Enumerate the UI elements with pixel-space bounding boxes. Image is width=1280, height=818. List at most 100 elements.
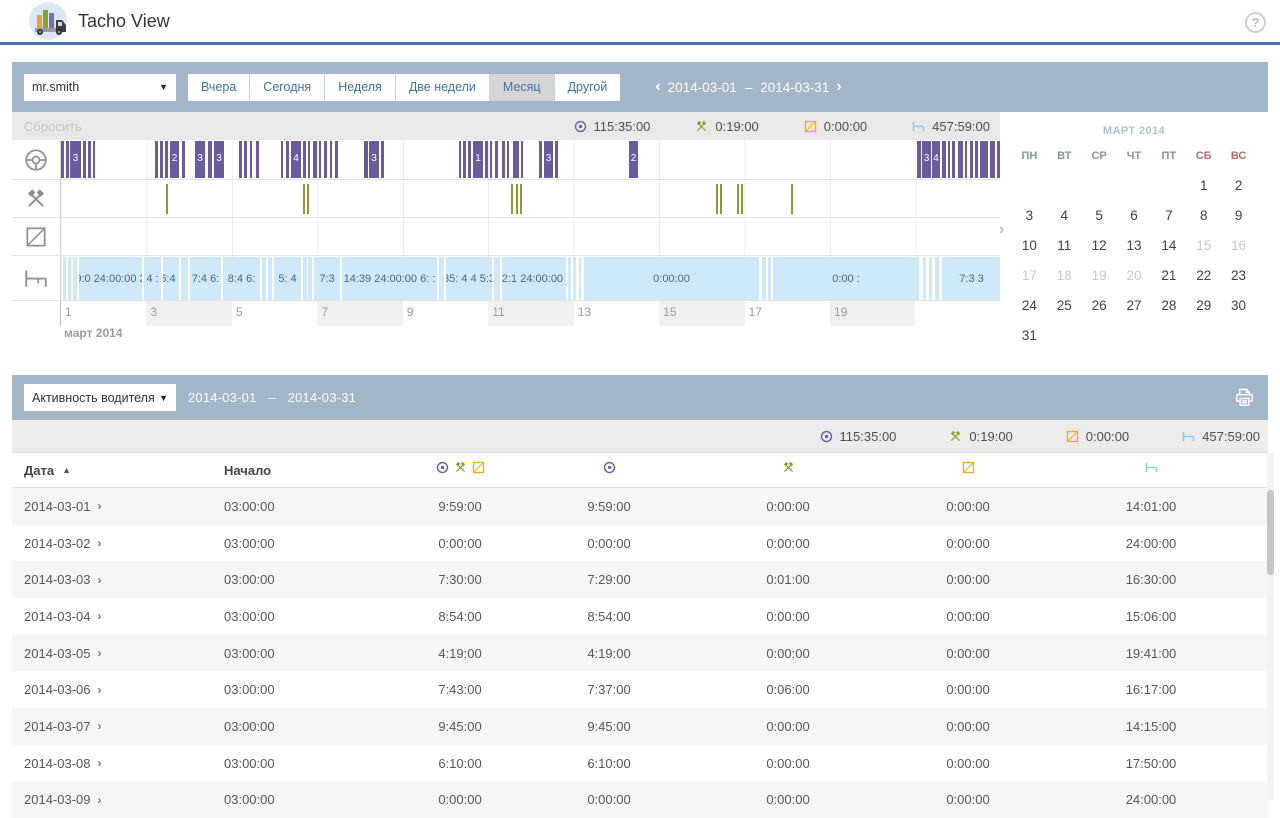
column-header-work[interactable]	[698, 460, 878, 480]
row-date[interactable]: 2014-03-03›	[12, 572, 224, 587]
driving-bar[interactable]	[958, 141, 963, 178]
prev-range-button[interactable]: ‹	[648, 78, 667, 96]
driving-bar[interactable]	[324, 141, 327, 178]
table-row[interactable]: 2014-03-03›03:00:007:30:007:29:000:01:00…	[12, 561, 1268, 598]
rest-segment[interactable]: 14:39 24:00:00 6: :	[342, 257, 437, 300]
rest-segment[interactable]: 7:3	[314, 257, 340, 300]
work-tick[interactable]	[166, 184, 168, 214]
range-button[interactable]: Другой	[555, 74, 621, 101]
driving-bar[interactable]	[948, 141, 950, 178]
rest-segment[interactable]: 4 :	[144, 257, 161, 300]
rest-segment[interactable]: 9:0 24:00:00 2	[79, 257, 142, 300]
driving-bar[interactable]	[208, 141, 212, 178]
driving-bar[interactable]	[917, 141, 921, 178]
help-button[interactable]: ?	[1245, 12, 1266, 33]
rest-segment[interactable]: 0:00 :	[773, 257, 919, 300]
row-date[interactable]: 2014-03-07›	[12, 719, 224, 734]
report-type-select[interactable]: Активность водителя ▼	[24, 384, 176, 411]
work-tick[interactable]	[741, 184, 743, 214]
driving-bar[interactable]	[88, 141, 91, 178]
calendar-day-31[interactable]: 31	[1012, 320, 1047, 350]
column-header-availability[interactable]	[878, 460, 1058, 480]
driving-bar[interactable]: 4	[291, 141, 301, 178]
driving-bar[interactable]	[965, 141, 967, 178]
range-button[interactable]: Неделя	[325, 74, 396, 101]
driving-bar[interactable]	[308, 141, 310, 178]
table-scrollbar-thumb[interactable]	[1267, 490, 1274, 575]
table-row[interactable]: 2014-03-07›03:00:009:45:009:45:000:00:00…	[12, 708, 1268, 745]
driving-bar[interactable]	[539, 141, 542, 178]
calendar-day-21[interactable]: 21	[1151, 260, 1186, 290]
rest-segment[interactable]: 12:1 24:00:00 4	[502, 257, 566, 300]
rest-segment[interactable]	[929, 257, 932, 300]
work-tick[interactable]	[307, 184, 309, 214]
driving-bar[interactable]	[250, 141, 252, 178]
expand-row-icon[interactable]: ›	[98, 683, 102, 697]
driving-bar[interactable]: 1	[473, 141, 483, 178]
rest-segment[interactable]	[923, 257, 926, 300]
rest-segment[interactable]: 35: 4 4 5:3	[446, 257, 492, 300]
driving-bar[interactable]	[83, 141, 86, 178]
calendar-day-1[interactable]: 1	[1186, 170, 1221, 200]
expand-row-icon[interactable]: ›	[98, 536, 102, 550]
calendar-day-26[interactable]: 26	[1082, 290, 1117, 320]
rest-segment[interactable]: 0:00:00	[584, 257, 759, 300]
work-tick[interactable]	[303, 184, 305, 214]
calendar-day-25[interactable]: 25	[1047, 290, 1082, 320]
rest-segment[interactable]	[68, 257, 71, 300]
expand-row-icon[interactable]: ›	[98, 609, 102, 623]
calendar-day-6[interactable]: 6	[1117, 200, 1152, 230]
rest-segment[interactable]	[573, 257, 576, 300]
range-button[interactable]: Вчера	[188, 74, 250, 101]
table-row[interactable]: 2014-03-04›03:00:008:54:008:54:000:00:00…	[12, 598, 1268, 635]
driving-bar[interactable]	[495, 141, 498, 178]
table-row[interactable]: 2014-03-02›03:00:000:00:000:00:000:00:00…	[12, 525, 1268, 562]
driving-bar[interactable]	[313, 141, 317, 178]
rest-segment[interactable]	[262, 257, 266, 300]
expand-row-icon[interactable]: ›	[98, 719, 102, 733]
calendar-collapse-button[interactable]: ›	[999, 221, 1004, 239]
rest-segment[interactable]	[579, 257, 581, 300]
work-tick[interactable]	[720, 184, 722, 214]
table-row[interactable]: 2014-03-06›03:00:007:43:007:37:000:06:00…	[12, 671, 1268, 708]
rest-segment[interactable]	[762, 257, 766, 300]
driving-bar[interactable]	[256, 141, 259, 178]
calendar-day-2[interactable]: 2	[1221, 170, 1256, 200]
rest-segment[interactable]	[303, 257, 307, 300]
driving-bar[interactable]	[468, 141, 471, 178]
range-button[interactable]: Месяц	[490, 74, 555, 101]
expand-row-icon[interactable]: ›	[98, 573, 102, 587]
rest-segment[interactable]	[439, 257, 444, 300]
driving-bar[interactable]	[507, 141, 509, 178]
table-row[interactable]: 2014-03-05›03:00:004:19:004:19:000:00:00…	[12, 635, 1268, 672]
driving-bar[interactable]	[93, 141, 95, 178]
driving-bar[interactable]: 3	[922, 141, 931, 178]
driving-bar[interactable]	[165, 141, 168, 178]
driving-bar[interactable]	[490, 141, 492, 178]
column-header-rest[interactable]	[1058, 460, 1244, 480]
row-date[interactable]: 2014-03-02›	[12, 536, 224, 551]
calendar-day-3[interactable]: 3	[1012, 200, 1047, 230]
calendar-day-12[interactable]: 12	[1082, 230, 1117, 260]
column-header-total[interactable]	[400, 460, 520, 480]
driving-bar[interactable]	[160, 141, 163, 178]
calendar-day-8[interactable]: 8	[1186, 200, 1221, 230]
driving-bar[interactable]	[155, 141, 158, 178]
driving-bar[interactable]: 3	[214, 141, 224, 178]
print-button[interactable]	[1233, 386, 1256, 409]
rest-segment[interactable]	[568, 257, 571, 300]
rest-segment[interactable]	[268, 257, 272, 300]
rest-segment[interactable]	[768, 257, 771, 300]
calendar-day-13[interactable]: 13	[1117, 230, 1152, 260]
driving-bar[interactable]: 2	[170, 141, 179, 178]
driving-bar[interactable]	[244, 141, 247, 178]
expand-row-icon[interactable]: ›	[98, 646, 102, 660]
driving-bar[interactable]	[182, 141, 185, 178]
calendar-day-11[interactable]: 11	[1047, 230, 1082, 260]
expand-row-icon[interactable]: ›	[98, 756, 102, 770]
work-tick[interactable]	[511, 184, 513, 214]
driving-bar[interactable]: 4	[932, 141, 940, 178]
calendar-day-7[interactable]: 7	[1151, 200, 1186, 230]
rest-segment[interactable]	[63, 257, 66, 300]
row-date[interactable]: 2014-03-05›	[12, 646, 224, 661]
